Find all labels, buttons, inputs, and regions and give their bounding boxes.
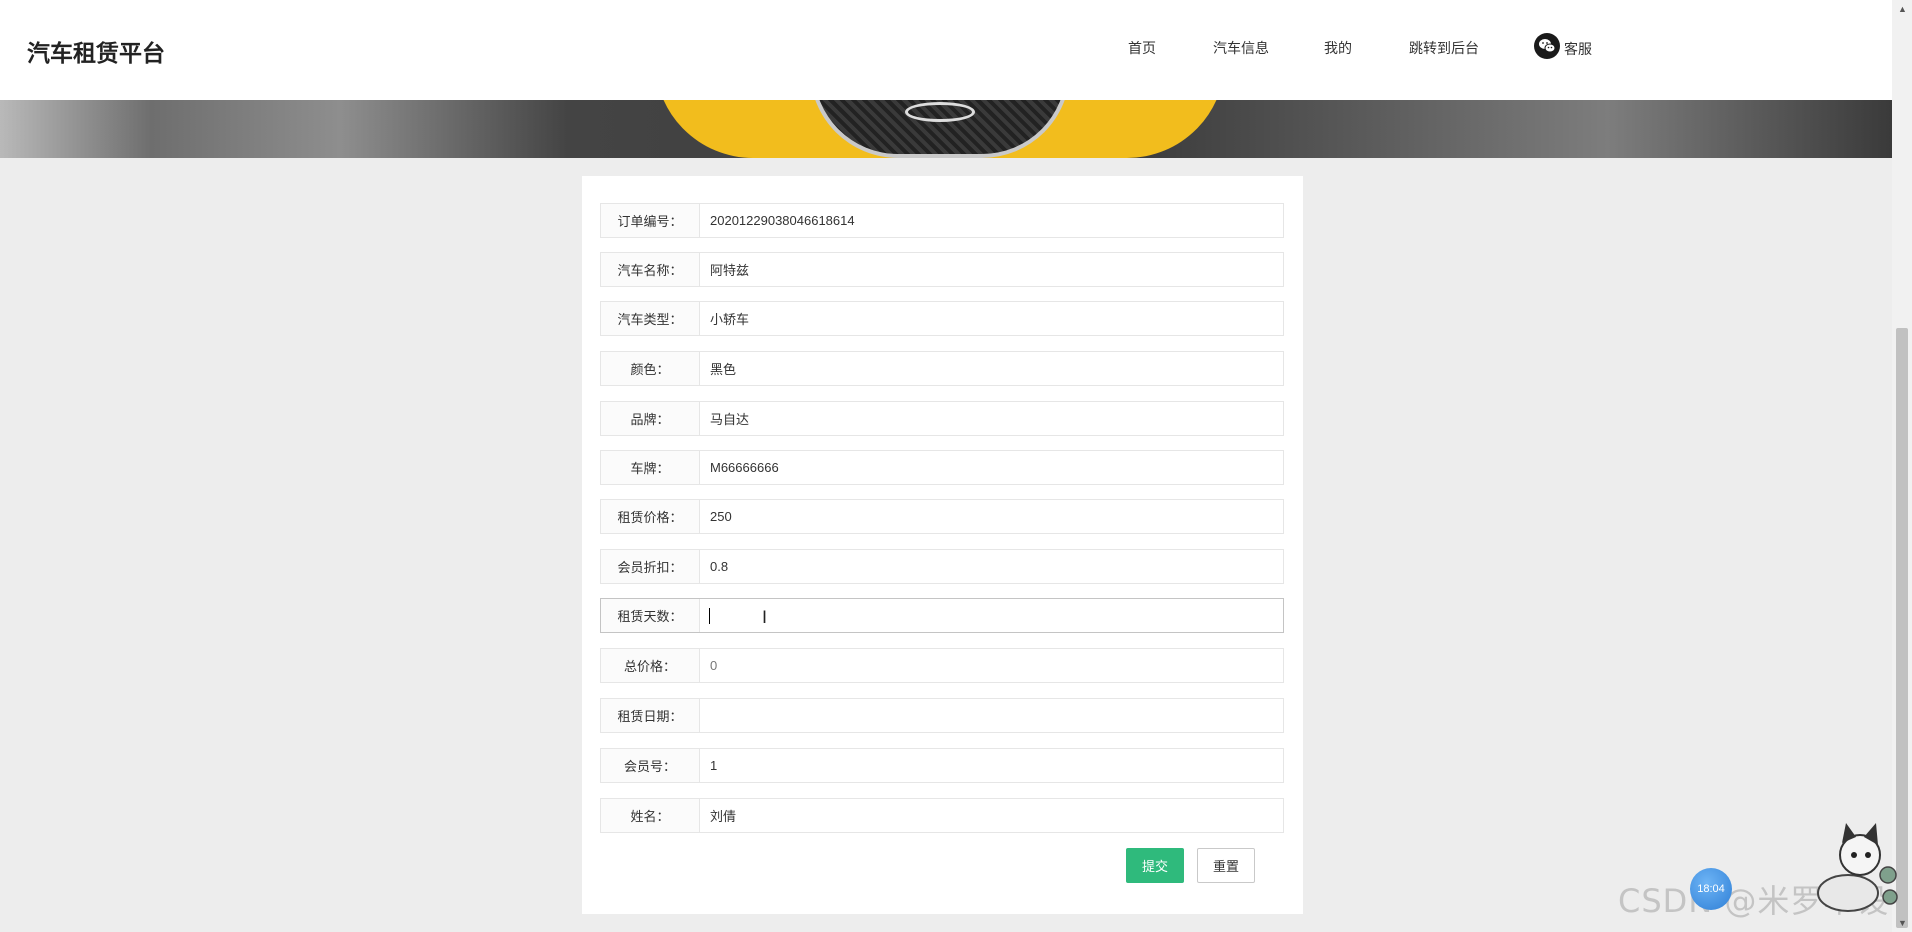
total-price-input[interactable] bbox=[700, 649, 1283, 682]
nav-admin[interactable]: 跳转到后台 bbox=[1409, 38, 1479, 58]
car-type-input[interactable] bbox=[700, 302, 1283, 335]
top-header: 汽车租赁平台 首页 汽车信息 我的 跳转到后台 客服 bbox=[0, 0, 1892, 100]
nav-home[interactable]: 首页 bbox=[1128, 38, 1156, 58]
field-label: 颜色： bbox=[601, 352, 700, 385]
name-input[interactable] bbox=[700, 799, 1283, 832]
field-label: 汽车名称： bbox=[601, 253, 700, 286]
form-row-rent-date: 租赁日期： bbox=[600, 698, 1284, 733]
field-label: 姓名： bbox=[601, 799, 700, 832]
form-row-color: 颜色： bbox=[600, 351, 1284, 386]
form-row-plate: 车牌： bbox=[600, 450, 1284, 485]
member-no-input[interactable] bbox=[700, 749, 1283, 782]
hero-banner-image bbox=[0, 100, 1892, 158]
order-no-input[interactable] bbox=[700, 204, 1283, 237]
form-row-member-no: 会员号： bbox=[600, 748, 1284, 783]
nav-mine[interactable]: 我的 bbox=[1324, 38, 1352, 58]
field-label: 租赁天数： bbox=[601, 599, 700, 632]
reset-button[interactable]: 重置 bbox=[1197, 848, 1255, 883]
scroll-up-arrow-icon[interactable]: ▲ bbox=[1898, 4, 1907, 14]
brand-input[interactable] bbox=[700, 402, 1283, 435]
field-label: 会员号： bbox=[601, 749, 700, 782]
nav-customer-service[interactable]: 客服 bbox=[1534, 33, 1592, 59]
rent-days-input[interactable] bbox=[700, 599, 1283, 632]
cat-mascot-icon bbox=[1817, 823, 1898, 912]
text-caret bbox=[709, 608, 710, 624]
site-brand[interactable]: 汽车租赁平台 bbox=[27, 34, 165, 68]
car-name-input[interactable] bbox=[700, 253, 1283, 286]
member-discount-input[interactable] bbox=[700, 550, 1283, 583]
field-label: 品牌： bbox=[601, 402, 700, 435]
rent-price-input[interactable] bbox=[700, 500, 1283, 533]
plate-input[interactable] bbox=[700, 451, 1283, 484]
field-label: 租赁日期： bbox=[601, 699, 700, 732]
text-cursor-icon: Ⅰ bbox=[762, 608, 768, 628]
form-row-rent-price: 租赁价格： bbox=[600, 499, 1284, 534]
form-row-total-price: 总价格： bbox=[600, 648, 1284, 683]
form-row-member-discount: 会员折扣： bbox=[600, 549, 1284, 584]
customer-service-label: 客服 bbox=[1564, 41, 1592, 57]
wechat-icon bbox=[1534, 33, 1560, 59]
form-row-brand: 品牌： bbox=[600, 401, 1284, 436]
page-scrollbar[interactable]: ▲ ▼ bbox=[1892, 0, 1912, 932]
field-label: 总价格： bbox=[601, 649, 700, 682]
field-label: 会员折扣： bbox=[601, 550, 700, 583]
field-label: 车牌： bbox=[601, 451, 700, 484]
rent-date-input[interactable] bbox=[700, 699, 1283, 732]
car-logo-icon bbox=[905, 102, 975, 122]
form-row-order-no: 订单编号： bbox=[600, 203, 1284, 238]
field-label: 汽车类型： bbox=[601, 302, 700, 335]
field-label: 订单编号： bbox=[601, 204, 700, 237]
form-row-car-name: 汽车名称： bbox=[600, 252, 1284, 287]
field-label: 租赁价格： bbox=[601, 500, 700, 533]
floating-clock-bubble[interactable]: 18:04 bbox=[1690, 868, 1732, 910]
form-row-car-type: 汽车类型： bbox=[600, 301, 1284, 336]
form-row-rent-days: 租赁天数： Ⅰ bbox=[600, 598, 1284, 633]
submit-button[interactable]: 提交 bbox=[1126, 848, 1184, 883]
color-input[interactable] bbox=[700, 352, 1283, 385]
nav-car-info[interactable]: 汽车信息 bbox=[1213, 38, 1269, 58]
order-form-panel: 订单编号： 汽车名称： 汽车类型： 颜色： 品牌： 车牌： 租赁价格： 会员折扣… bbox=[582, 176, 1303, 914]
form-row-name: 姓名： bbox=[600, 798, 1284, 833]
scroll-down-arrow-icon[interactable]: ▼ bbox=[1898, 918, 1907, 928]
